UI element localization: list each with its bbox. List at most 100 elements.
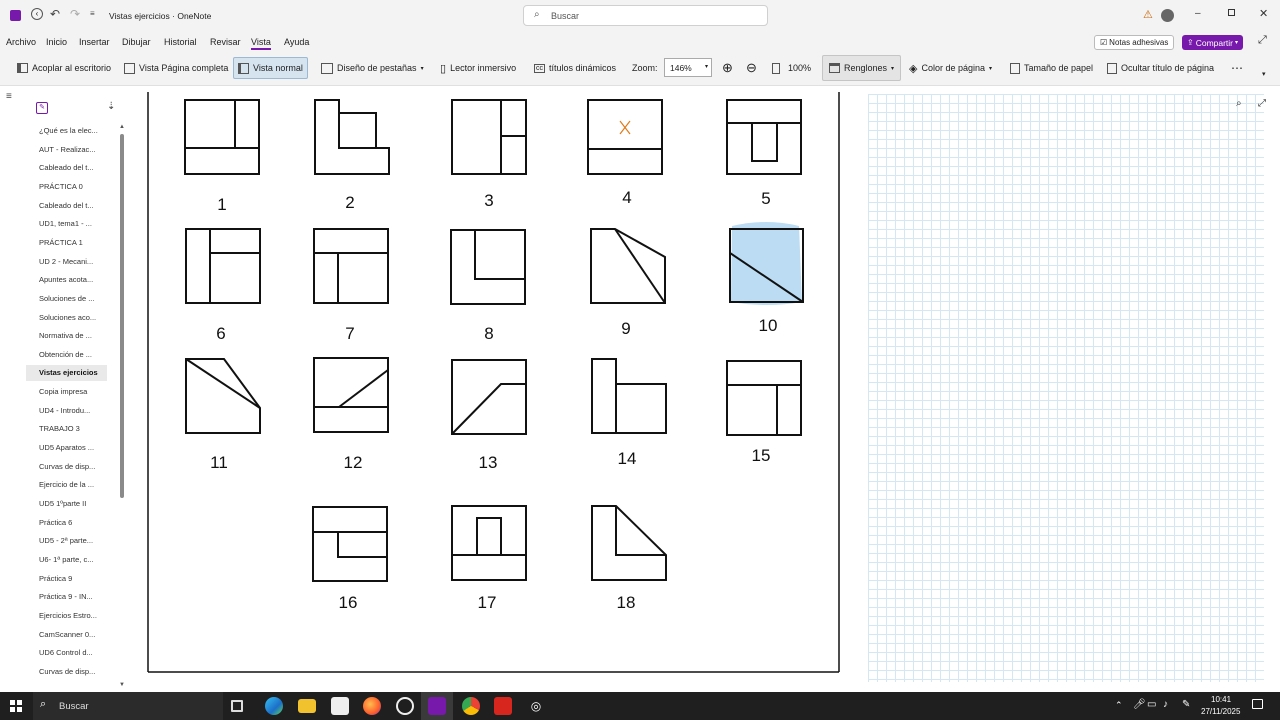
windows-start-icon[interactable] [10,700,22,712]
page-item[interactable]: UD6 Control d... [39,648,101,657]
page-item[interactable]: Práctica 9 - IN... [39,592,101,601]
page-item[interactable]: UD1, tema1 - ... [39,219,101,228]
tab-archivo[interactable]: Archivo [6,37,36,47]
close-icon[interactable]: ✕ [1259,7,1268,20]
app-circle-icon[interactable] [396,697,414,715]
chevron-down-icon: ▾ [704,64,708,70]
expand-icon[interactable]: ⤢ [1258,98,1266,109]
chevron-up-icon[interactable]: ⌃ [1115,700,1123,711]
edge-icon[interactable] [265,697,283,715]
paper-size-button[interactable]: Tamaño de papel [1010,57,1093,79]
undo-icon[interactable]: ↶ [50,7,60,21]
onenote-taskbar-icon[interactable] [428,697,446,715]
page-item[interactable]: UD5 - 2ª parte... [39,536,101,545]
collapse-ribbon-icon[interactable]: ⤢ [1258,34,1267,47]
page-item[interactable]: Apuntes acota... [39,275,101,284]
zoom-in-icon[interactable]: ⊕ [722,57,733,79]
page-item[interactable]: Cableado del t... [39,163,101,172]
search-box[interactable]: ⌕ Buscar [523,5,768,26]
maximize-icon[interactable] [1228,9,1235,16]
page-item[interactable]: Normativa de ... [39,331,101,340]
warning-icon[interactable]: ⚠ [1143,8,1153,21]
scrollbar-thumb[interactable] [120,134,124,498]
page-item[interactable]: UD5 Aparatos ... [39,443,101,452]
scroll-down-icon[interactable]: ▼ [119,682,125,688]
page-item[interactable]: ¿Qué es la elec... [39,126,101,135]
page-item[interactable]: Obtención de ... [39,350,101,359]
page-item[interactable]: PRÁCTICA 1 [39,238,101,247]
page-color-button[interactable]: ◈ Color de página ▾ [909,57,992,79]
clock-time[interactable]: 10:41 [1211,695,1231,704]
task-view-icon[interactable] [231,700,243,712]
taskbar-search[interactable]: ⌕ Buscar [33,692,223,720]
broadcast-icon[interactable]: ◎ [527,697,545,715]
page-item[interactable]: UD4 - Introdu... [39,406,101,415]
page-item[interactable]: CamScanner 0... [39,630,101,639]
rule-lines-button[interactable]: Renglones ▾ [822,55,902,81]
tab-historial[interactable]: Historial [164,37,197,47]
page-item[interactable]: UD 2 - Mecani... [39,257,101,266]
page-item[interactable]: Práctica 9 [39,574,101,583]
search-canvas-icon[interactable]: ⌕ [1236,98,1242,109]
account-avatar[interactable] [1161,9,1174,22]
page-item[interactable]: TRABAJO 3 [39,424,101,433]
page-item-selected[interactable]: Vistas ejercicios [39,368,101,377]
note-canvas[interactable]: ⌕ ⤢ 1 2 3 4 5 6 7 8 9 10 11 12 13 14 15 … [130,86,1280,692]
tab-revisar[interactable]: Revisar [210,37,241,47]
quick-access-menu-icon[interactable]: ≡ [90,9,95,18]
normal-view-button[interactable]: Vista normal [233,57,308,79]
zoom-100-button[interactable]: 100% [772,57,811,79]
immersive-reader-button[interactable]: ▯ Lector inmersivo [440,57,516,79]
tab-dibujar[interactable]: Dibujar [122,37,151,47]
page-item[interactable]: Copia impresa [39,387,101,396]
page-item[interactable]: Soluciones aco... [39,313,101,322]
redo-icon[interactable]: ↷ [70,7,80,21]
page-item[interactable]: Soluciones de ... [39,294,101,303]
dock-button[interactable]: Acoplar al escritorio [17,57,111,79]
figure-14 [591,358,667,434]
page-item[interactable]: Cableado del t... [39,201,101,210]
page-item[interactable]: U6- 1ª parte, c... [39,555,101,564]
share-button[interactable]: ⇪ Compartir ▾ [1182,35,1244,50]
microphone-icon[interactable]: 🎤︎ [1133,699,1146,710]
full-page-view-button[interactable]: Vista Página completa [124,57,228,79]
notification-icon[interactable] [1252,699,1263,709]
ribbon-expand-chevron-icon[interactable]: ▾ [1262,63,1266,85]
page-item[interactable]: Ejercicios Estro... [39,611,101,620]
dynamic-titles-button[interactable]: cc títulos dinámicos [534,57,616,79]
volume-icon[interactable]: ♪ [1163,699,1168,710]
new-page-icon[interactable]: ✎ [36,102,48,114]
hide-title-button[interactable]: Ocultar título de página [1107,57,1214,79]
store-icon[interactable] [331,697,349,715]
file-explorer-icon[interactable] [298,699,316,713]
sort-icon[interactable]: ⇣ [107,101,115,112]
scroll-up-icon[interactable]: ▲ [119,124,125,130]
acrobat-icon[interactable] [494,697,512,715]
page-item[interactable]: Curvas de disp... [39,667,101,676]
sticky-notes-button[interactable]: ☑ Notas adhesivas [1094,35,1175,50]
scrollbar-track[interactable]: ▲ ▼ [119,124,125,690]
zoom-out-icon[interactable]: ⊖ [746,57,757,79]
minimize-icon[interactable]: – [1195,8,1201,19]
page-item[interactable]: UD5 1ºparte II [39,499,101,508]
network-icon[interactable]: ▭ [1147,699,1156,710]
tab-inicio[interactable]: Inicio [46,37,67,47]
back-icon[interactable]: ‹ [31,8,43,20]
more-options-icon[interactable]: ⋯ [1231,57,1243,79]
zoom-select[interactable]: 146% ▾ [664,58,712,77]
page-item[interactable]: Ejercicio de la ... [39,480,101,489]
tab-vista[interactable]: Vista [251,37,271,50]
exercise-views-image[interactable]: 1 2 3 4 5 6 7 8 9 10 11 12 13 14 15 16 1… [147,92,841,674]
page-item[interactable]: PRÁCTICA 0 [39,182,101,191]
firefox-icon[interactable] [363,697,381,715]
hamburger-icon[interactable]: ≡ [6,91,12,102]
page-item[interactable]: Práctica 6 [39,518,101,527]
chrome-icon[interactable] [462,697,480,715]
tab-layout-button[interactable]: Diseño de pestañas ▾ [321,57,424,79]
clock-date[interactable]: 27/11/2025 [1201,707,1240,716]
page-item[interactable]: Curvas de disp... [39,462,101,471]
page-item[interactable]: AUT - Realizac... [39,145,101,154]
tab-insertar[interactable]: Insertar [79,37,110,47]
pen-icon[interactable]: ✎ [1182,699,1190,710]
tab-ayuda[interactable]: Ayuda [284,37,309,47]
